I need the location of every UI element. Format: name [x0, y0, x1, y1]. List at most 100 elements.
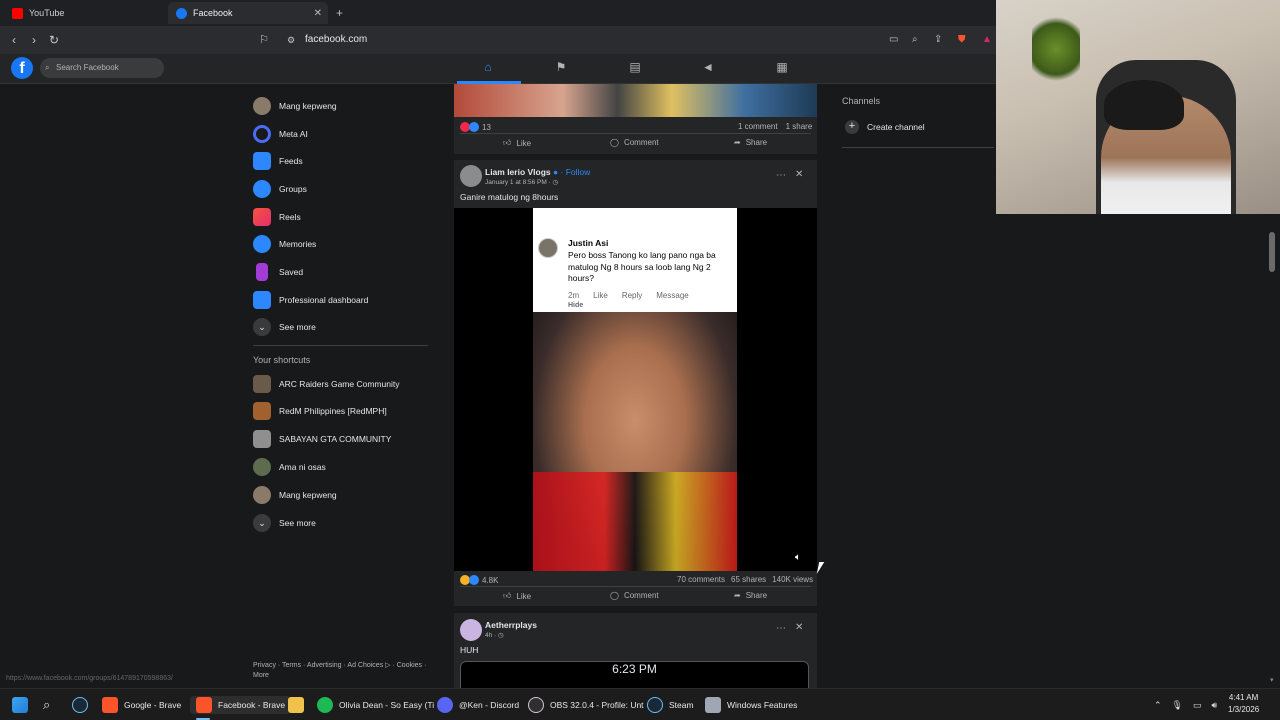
comment-button[interactable]: ◯ Comment	[610, 138, 659, 147]
like-button[interactable]: 👍︎ Like	[503, 138, 531, 148]
sidebar-item-reels[interactable]: Reels	[253, 206, 301, 228]
sidebar-item-groups[interactable]: Groups	[253, 178, 307, 200]
shortcut-item[interactable]: ARC Raiders Game Community	[253, 373, 399, 395]
search-button[interactable]: ⌕	[43, 696, 50, 714]
reaction-summary[interactable]: 13	[460, 122, 491, 132]
share-count[interactable]: 1 share	[786, 122, 813, 131]
mute-icon[interactable]: 🔈︎	[795, 552, 801, 563]
forward-button[interactable]: ›	[26, 33, 42, 47]
sidebar-item-label: Meta AI	[279, 129, 308, 139]
sidebar-item-memories[interactable]: Memories	[253, 233, 316, 255]
pinned-file-explorer[interactable]	[288, 696, 304, 714]
page-scrollbar[interactable]	[1269, 232, 1275, 272]
brave-icon	[196, 697, 212, 713]
close-icon[interactable]: ✕	[795, 622, 803, 633]
taskbar-item-windows-features[interactable]: Windows Features	[705, 696, 797, 714]
channels-title: Channels	[842, 96, 881, 106]
search-input[interactable]: ⌕ Search Facebook	[40, 58, 164, 78]
facebook-logo[interactable]: f	[11, 57, 33, 79]
new-tab-button[interactable]: +	[336, 6, 343, 20]
bookmark-icon[interactable]: ⚐	[256, 33, 272, 46]
post-image[interactable]: 6:23 PM	[460, 661, 809, 688]
comment-count[interactable]: 1 comment	[738, 122, 778, 131]
shortcuts-see-more[interactable]: ⌄ See more	[253, 512, 316, 534]
share-count[interactable]: 65 shares	[731, 575, 766, 584]
back-button[interactable]: ‹	[6, 33, 22, 47]
start-button[interactable]	[12, 696, 28, 714]
search-icon: ⌕	[45, 63, 50, 72]
reaction-summary[interactable]: 4.8K	[460, 575, 498, 585]
more-options-icon[interactable]: ⋯	[776, 170, 786, 181]
share-button[interactable]: ➦ Share	[734, 138, 767, 147]
calendar-icon[interactable]: ▦	[774, 60, 790, 76]
author-name[interactable]: Liam Ierio Vlogs	[485, 167, 551, 177]
sidebar-item-feeds[interactable]: Feeds	[253, 150, 303, 172]
close-icon[interactable]: ✕	[795, 169, 803, 180]
youtube-icon	[12, 7, 23, 19]
shortcut-item[interactable]: SABAYAN GTA COMMUNITY	[253, 428, 391, 450]
share-button[interactable]: ➦ Share	[734, 591, 767, 600]
sidebar-item-label: Mang kepweng	[279, 101, 337, 111]
zoom-icon[interactable]: ⌕	[912, 34, 918, 45]
image-time-text: 6:23 PM	[612, 662, 657, 676]
reload-button[interactable]: ↻	[46, 33, 62, 47]
megaphone-icon[interactable]: ◄	[700, 60, 716, 76]
author-avatar[interactable]	[460, 165, 482, 187]
url-field[interactable]: facebook.com	[305, 34, 367, 45]
follow-link[interactable]: · Follow	[561, 167, 591, 177]
group-avatar	[253, 402, 271, 420]
flag-icon[interactable]: ⚑	[553, 60, 569, 76]
sidebar-item-saved[interactable]: Saved	[253, 261, 303, 283]
taskbar-item-facebook-brave[interactable]: Facebook - Brave	[190, 696, 292, 720]
like-reaction-icon	[469, 575, 479, 585]
home-icon[interactable]: ⌂	[480, 60, 496, 76]
taskbar-item-obs[interactable]: OBS 32.0.4 - Profile: Unt	[528, 696, 644, 714]
taskbar-item-google-brave[interactable]: Google - Brave	[102, 696, 181, 714]
comment-count[interactable]: 70 comments	[677, 575, 725, 584]
share-icon: ➦	[734, 138, 741, 147]
brave-shields-icon[interactable]: ⛊	[958, 34, 966, 45]
sidebar-item-profile[interactable]: Mang kepweng	[253, 95, 337, 117]
shortcuts-title: Your shortcuts	[253, 355, 311, 365]
author-avatar[interactable]	[460, 619, 482, 641]
taskbar-item-discord[interactable]: @Ken - Discord	[437, 696, 519, 714]
shortcut-item[interactable]: Ama ni osas	[253, 456, 326, 478]
post-author[interactable]: Aetherrplays	[485, 620, 537, 630]
video-player[interactable]: Justin Asi Pero boss Tanong ko lang pano…	[454, 208, 817, 571]
comment-button[interactable]: ◯ Comment	[610, 591, 659, 600]
shortcut-item[interactable]: Mang kepweng	[253, 484, 337, 506]
sidebar-divider	[253, 345, 428, 346]
post-image[interactable]	[454, 84, 817, 117]
chevron-up-icon[interactable]: ⌃	[1154, 700, 1162, 711]
rewards-icon[interactable]: ▲	[982, 34, 992, 45]
close-tab-icon[interactable]: ✕	[314, 8, 322, 19]
system-tray[interactable]: ⌃ 🎙︎ ▭ 🔊︎	[1154, 696, 1217, 714]
sidebar-item-professional-dashboard[interactable]: Professional dashboard	[253, 289, 368, 311]
marketplace-icon[interactable]: ▤	[627, 60, 643, 76]
group-avatar	[253, 430, 271, 448]
pinned-steam[interactable]	[72, 696, 88, 714]
tab-facebook[interactable]: Facebook ✕	[168, 2, 328, 24]
volume-icon[interactable]: 🔊︎	[1212, 700, 1218, 711]
taskbar-item-steam[interactable]: Steam	[647, 696, 694, 714]
more-options-icon[interactable]: ⋯	[776, 623, 786, 634]
microphone-icon[interactable]: 🎙︎	[1172, 700, 1183, 711]
like-button[interactable]: 👍︎ Like	[503, 591, 531, 601]
shortcut-item[interactable]: RedM Philippines [RedMPH]	[253, 400, 387, 422]
tab-youtube[interactable]: YouTube	[4, 2, 164, 24]
post-author[interactable]: Liam Ierio Vlogs ● · Follow	[485, 167, 590, 177]
taskbar-item-spotify[interactable]: Olivia Dean - So Easy (Ti	[317, 696, 434, 714]
sidebar-see-more[interactable]: ⌄ See more	[253, 316, 316, 338]
share-icon[interactable]: ⇪	[934, 34, 942, 45]
sidebar-item-meta-ai[interactable]: Meta AI	[253, 123, 308, 145]
taskbar-clock[interactable]: 4:41 AM 1/3/2026	[1228, 692, 1259, 716]
display-icon[interactable]: ▭	[1193, 700, 1202, 711]
cast-icon[interactable]: ▭	[889, 34, 898, 45]
footer-links[interactable]: Privacy · Terms · Advertising · Ad Choic…	[253, 661, 433, 681]
comment-text: Pero boss Tanong ko lang pano nga ba mat…	[568, 250, 716, 283]
post-timestamp[interactable]: 4h · ◷	[485, 631, 504, 639]
create-channel-button[interactable]: + Create channel	[845, 120, 925, 134]
post-timestamp[interactable]: January 1 at 8:56 PM · ◷	[485, 178, 558, 186]
scroll-down-icon[interactable]: ▾	[1270, 676, 1274, 684]
site-info-icon[interactable]: ⚙	[283, 35, 299, 46]
